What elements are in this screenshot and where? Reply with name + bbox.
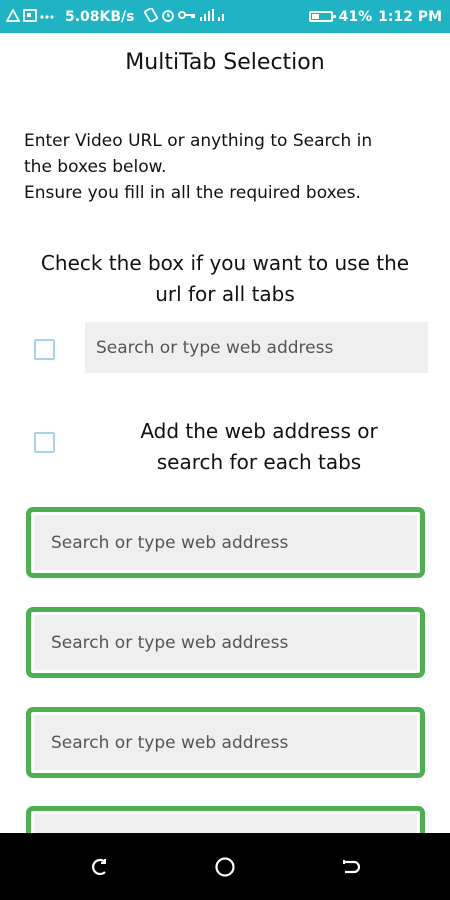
network-speed: 5.08KB/s	[65, 8, 135, 25]
rotate-icon	[143, 7, 158, 25]
home-icon[interactable]	[213, 855, 237, 879]
use-for-all-label: Check the box if you want to use the url…	[0, 248, 450, 310]
status-bar: 5.08KB/s 41% 1:12 PM	[0, 0, 450, 33]
use-for-all-label-line: url for all tabs	[155, 282, 295, 306]
tab-url-placeholder: Search or type web address	[51, 532, 289, 553]
all-tabs-url-placeholder: Search or type web address	[96, 337, 334, 358]
each-tab-label-line: Add the web address or	[140, 419, 378, 443]
each-tab-label-line: search for each tabs	[156, 450, 362, 474]
key-icon	[177, 10, 196, 23]
signal-icon	[199, 8, 229, 25]
each-tab-label: Add the web address or search for each t…	[99, 416, 419, 478]
use-for-all-label-line: Check the box if you want to use the	[40, 251, 410, 275]
each-tab-checkbox[interactable]	[34, 432, 55, 453]
instruction-line: Enter Video URL or anything to Search in	[24, 131, 373, 151]
battery-percent: 41%	[338, 8, 373, 25]
instruction-line: Ensure you fill in all the required boxe…	[24, 183, 361, 203]
warning-icon	[5, 7, 21, 25]
page-title: MultiTab Selection	[125, 50, 325, 75]
more-icon	[40, 10, 54, 23]
tab-url-input-2[interactable]: Search or type web address	[26, 607, 425, 678]
use-for-all-checkbox[interactable]	[34, 339, 55, 360]
battery-icon	[308, 11, 336, 22]
instructions: Enter Video URL or anything to Search in…	[24, 128, 434, 206]
tab-url-placeholder: Search or type web address	[51, 632, 289, 653]
tab-url-input-3[interactable]: Search or type web address	[26, 707, 425, 778]
back-icon[interactable]	[88, 855, 112, 879]
navigation-bar	[0, 833, 450, 900]
instruction-line: the boxes below.	[24, 157, 167, 177]
tab-url-placeholder: Search or type web address	[51, 732, 289, 753]
alarm-icon	[161, 8, 175, 25]
clock: 1:12 PM	[378, 8, 442, 25]
all-tabs-url-input[interactable]: Search or type web address	[85, 322, 428, 373]
screenshot-icon	[23, 8, 37, 25]
tab-url-input-1[interactable]: Search or type web address	[26, 507, 425, 578]
recent-apps-icon[interactable]	[338, 855, 362, 879]
battery-level	[311, 14, 319, 19]
